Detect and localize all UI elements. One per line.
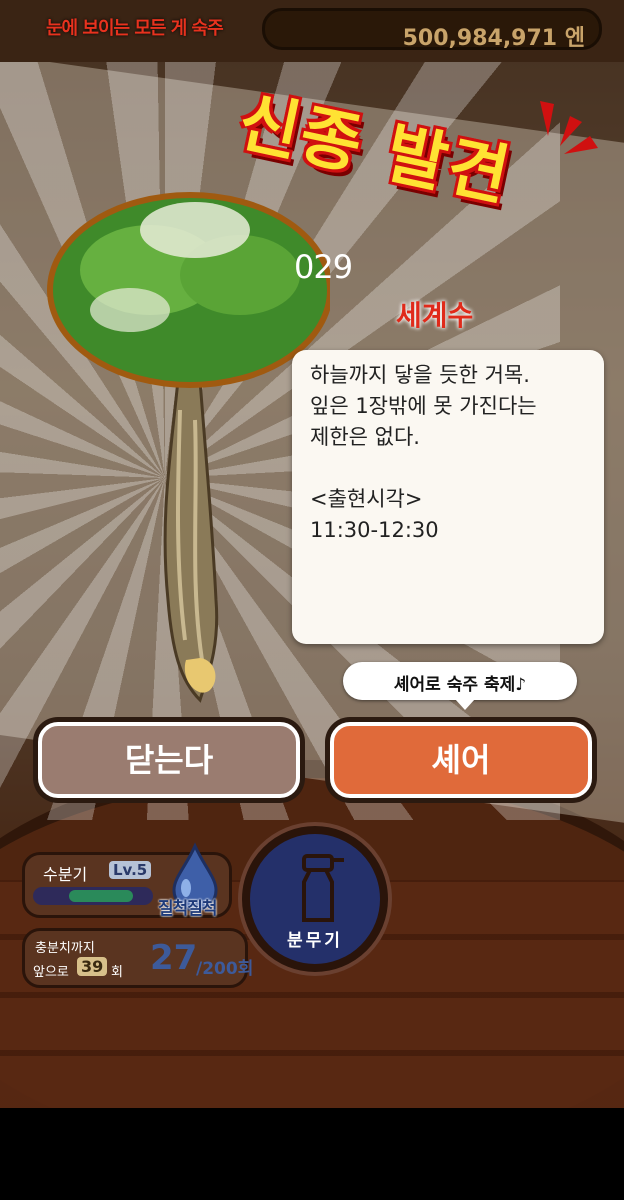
share-tooltip: 셰어로 숙주 축제♪: [343, 662, 577, 710]
spray-count: 27: [150, 938, 198, 978]
water-label: 수분기: [43, 865, 88, 884]
game-screen: 눈에 보이는 모든 게 숙주 500,984,971 엔 신종 발견 029 세…: [0, 0, 624, 1108]
description-box: 하늘까지 닿을 듯한 거목. 잎은 1장밖에 못 가진다는 제한은 없다. <출…: [292, 350, 604, 644]
species-number: 029: [294, 248, 353, 286]
remaining-unit: 회: [111, 965, 123, 980]
spray-count-total: /200회: [196, 959, 254, 979]
water-gauge-fill: [69, 890, 133, 902]
close-button[interactable]: 닫는다: [38, 722, 300, 798]
spray-bottle-icon: [302, 854, 344, 922]
description-text: 하늘까지 닿을 듯한 거목. 잎은 1장밖에 못 가진다는 제한은 없다. <출…: [310, 363, 537, 542]
spray-label: 분무기: [287, 931, 343, 951]
share-button[interactable]: 셰어: [330, 722, 592, 798]
remaining-prefix: 앞으로: [33, 965, 69, 980]
share-tooltip-text: 셰어로 숙주 축제♪: [393, 675, 527, 695]
remaining-count: 39: [77, 957, 108, 976]
money-amount: 500,984,971 엔: [402, 26, 585, 51]
bottom-bar: [0, 1108, 624, 1200]
slogan: 눈에 보이는 모든 게 숙주: [46, 18, 224, 39]
water-gauge: [33, 887, 153, 905]
branch-label: 충분치까지: [35, 941, 95, 956]
money-box: 500,984,971 엔: [262, 8, 602, 51]
top-bar: 눈에 보이는 모든 게 숙주 500,984,971 엔: [0, 0, 624, 62]
world-tree-illustration: [47, 192, 330, 703]
species-name: 세계수: [396, 299, 474, 332]
level-badge: Lv.5: [109, 861, 152, 879]
water-status: 질척질척: [158, 899, 218, 919]
spray-button[interactable]: 분무기: [242, 826, 388, 972]
burst-icon: [540, 101, 598, 154]
